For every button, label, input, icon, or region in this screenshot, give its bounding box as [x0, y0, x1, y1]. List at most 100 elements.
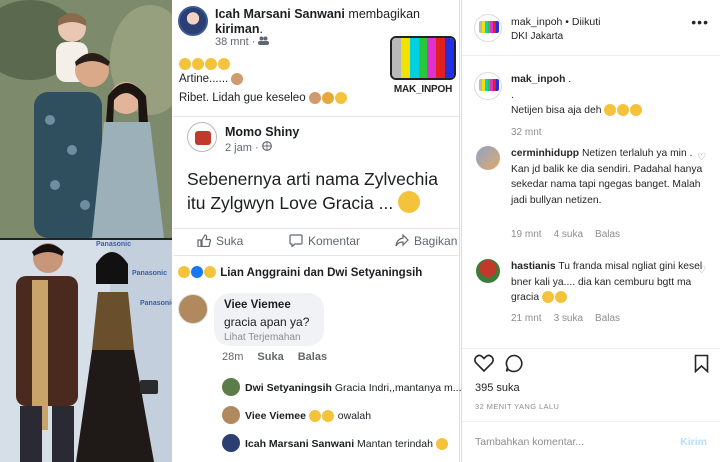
shared-post: Momo Shiny 2 jam · Sebenernya arti nama …	[173, 116, 459, 226]
see-no-evil-monkey-icon	[231, 73, 244, 85]
likes-count[interactable]: 395 suka	[475, 382, 520, 394]
reply-avatar[interactable]	[222, 378, 240, 396]
instagram-comment: cerminhidupp Netizen terlaluh ya min . K…	[511, 146, 707, 208]
like-comment-heart-icon[interactable]: ♡	[697, 152, 706, 163]
post-header: Icah Marsani Sanwani membagikan kiriman.	[215, 7, 420, 36]
commenter-name[interactable]: Viee Viemee	[224, 299, 314, 311]
shared-author-avatar[interactable]	[187, 122, 217, 152]
comment-time: 19 mnt	[511, 229, 542, 240]
laughing-emoji-icon	[179, 58, 191, 71]
watermark-text: MAK_INPOH	[393, 84, 453, 95]
comment-text: gracia apan ya?	[224, 315, 310, 329]
color-bars-logo-icon	[479, 79, 499, 91]
comment-username[interactable]: hastianis	[511, 261, 556, 272]
shared-author-name[interactable]: Momo Shiny	[225, 125, 299, 139]
reply-item: Icah Marsani Sanwani Mantan terindah	[222, 434, 449, 452]
post-action-bar: Suka Komentar Bagikan	[173, 228, 459, 256]
reply-author[interactable]: Icah Marsani Sanwani	[245, 438, 354, 450]
reply-author[interactable]: Dwi Setyaningsih	[245, 382, 332, 394]
post-meta: 38 mnt ·	[215, 36, 270, 48]
comment-likes[interactable]: 4 suka	[554, 229, 583, 240]
dizzy-face-icon	[321, 92, 334, 104]
add-comment-bar: Tambahkan komentar... Kirim	[462, 421, 720, 462]
reply-item: Dwi Setyaningsih Gracia Indri,,mantanya …	[222, 378, 462, 396]
instagram-comment: hastianis Tu franda misal ngliat gini ke…	[511, 259, 707, 306]
header-user-line: mak_inpoh • Diikuti	[511, 16, 601, 28]
comment-meta: 21 mnt 3 suka Balas	[511, 313, 632, 324]
comment-username[interactable]: cerminhidupp	[511, 148, 579, 159]
author-name[interactable]: Icah Marsani Sanwani	[215, 7, 345, 21]
post-comment-button[interactable]: Kirim	[680, 436, 707, 448]
reply-text: Mantan terindah	[357, 438, 433, 450]
rolling-laughing-icon	[334, 92, 347, 104]
account-avatar[interactable]	[474, 14, 502, 42]
reply-avatar[interactable]	[222, 406, 240, 424]
comment-bubble: Viee Viemee gracia apan ya? Lihat Terjem…	[214, 293, 324, 346]
share-arrow-icon	[395, 233, 409, 247]
friends-audience-icon	[258, 36, 270, 48]
commenter-avatar[interactable]	[178, 294, 208, 324]
laughing-emoji-icon	[398, 191, 421, 213]
comment-reply-button[interactable]: Balas	[595, 313, 620, 324]
laughing-emoji-icon	[308, 410, 321, 423]
heart-like-icon[interactable]	[474, 354, 494, 377]
laughing-emoji-icon	[218, 58, 230, 71]
share-button[interactable]: Bagikan	[395, 233, 457, 248]
add-comment-input[interactable]: Tambahkan komentar...	[475, 436, 584, 448]
comment-bubble-icon[interactable]	[505, 354, 524, 378]
post-action-text: membagikan	[348, 7, 420, 21]
more-options-icon[interactable]: •••	[691, 14, 709, 30]
comment-reply-link[interactable]: Balas	[298, 351, 327, 363]
comment-likes[interactable]: 3 suka	[554, 313, 583, 324]
caption-avatar[interactable]	[474, 72, 502, 100]
post-text-line-2: Ribet. Lidah gue keseleo	[179, 92, 348, 104]
sponsor-logo: Panasonic	[132, 270, 168, 277]
instagram-panel: mak_inpoh • Diikuti DKI Jakarta ••• mak_…	[461, 0, 720, 462]
shared-post-time[interactable]: 2 jam	[225, 142, 252, 154]
laughing-emoji-icon	[604, 104, 617, 117]
rolling-laughing-icon	[435, 438, 448, 451]
caption-username[interactable]: mak_inpoh	[511, 74, 565, 85]
shared-post-text: Sebenernya arti nama Zylvechia itu Zylgw…	[187, 169, 438, 213]
see-translation-link[interactable]: Lihat Terjemahan	[224, 332, 314, 343]
commenter-avatar[interactable]	[476, 259, 500, 283]
laughing-emoji-icon	[630, 104, 643, 117]
mak-inpoh-watermark: MAK_INPOH	[388, 36, 458, 98]
wow-reaction-icon	[204, 266, 216, 278]
author-avatar[interactable]	[178, 6, 208, 36]
haha-reaction-icon	[178, 266, 190, 278]
comment-bubble-icon	[289, 234, 303, 248]
posted-time: 32 MENIT YANG LALU	[475, 402, 560, 411]
thumbs-up-icon	[197, 234, 212, 248]
bookmark-save-icon[interactable]	[694, 354, 709, 378]
comment-button[interactable]: Komentar	[289, 234, 360, 248]
comment-time: 28m	[222, 351, 244, 363]
like-comment-heart-icon[interactable]: ♡	[697, 265, 706, 276]
reply-text: owalah	[337, 410, 372, 422]
family-photo	[0, 0, 172, 238]
family-photo-illustration	[0, 0, 172, 238]
event-photo: Panasonic Panasonic Panasonic	[0, 240, 172, 462]
follow-status-button[interactable]: Diikuti	[572, 16, 601, 28]
sponsor-logo: Panasonic	[140, 300, 172, 307]
location-link[interactable]: DKI Jakarta	[511, 31, 563, 42]
comment-like-link[interactable]: Suka	[257, 351, 283, 363]
like-button[interactable]: Suka	[197, 234, 243, 248]
post-time[interactable]: 38 mnt	[215, 36, 249, 48]
reply-item: Viee Viemee owalah	[222, 406, 371, 424]
comment-reply-button[interactable]: Balas	[595, 229, 620, 240]
reply-avatar[interactable]	[222, 434, 240, 452]
commenter-avatar[interactable]	[476, 146, 500, 170]
shared-object-link[interactable]: kiriman	[215, 22, 259, 36]
reactions-summary[interactable]: Lian Anggraini dan Dwi Setyaningsih	[178, 266, 422, 279]
color-bars-logo-icon	[390, 36, 456, 80]
globe-icon	[261, 141, 272, 154]
comment-meta: 28m Suka Balas	[222, 351, 327, 363]
instagram-action-bar	[462, 348, 720, 378]
laughing-emoji-icon	[541, 291, 554, 304]
like-reaction-icon	[191, 266, 203, 278]
account-username[interactable]: mak_inpoh	[511, 16, 562, 28]
laughing-emoji-icon	[321, 410, 334, 423]
post-caption: mak_inpoh . . Netijen bisa aja deh	[511, 72, 707, 119]
reply-author[interactable]: Viee Viemee	[245, 410, 306, 422]
